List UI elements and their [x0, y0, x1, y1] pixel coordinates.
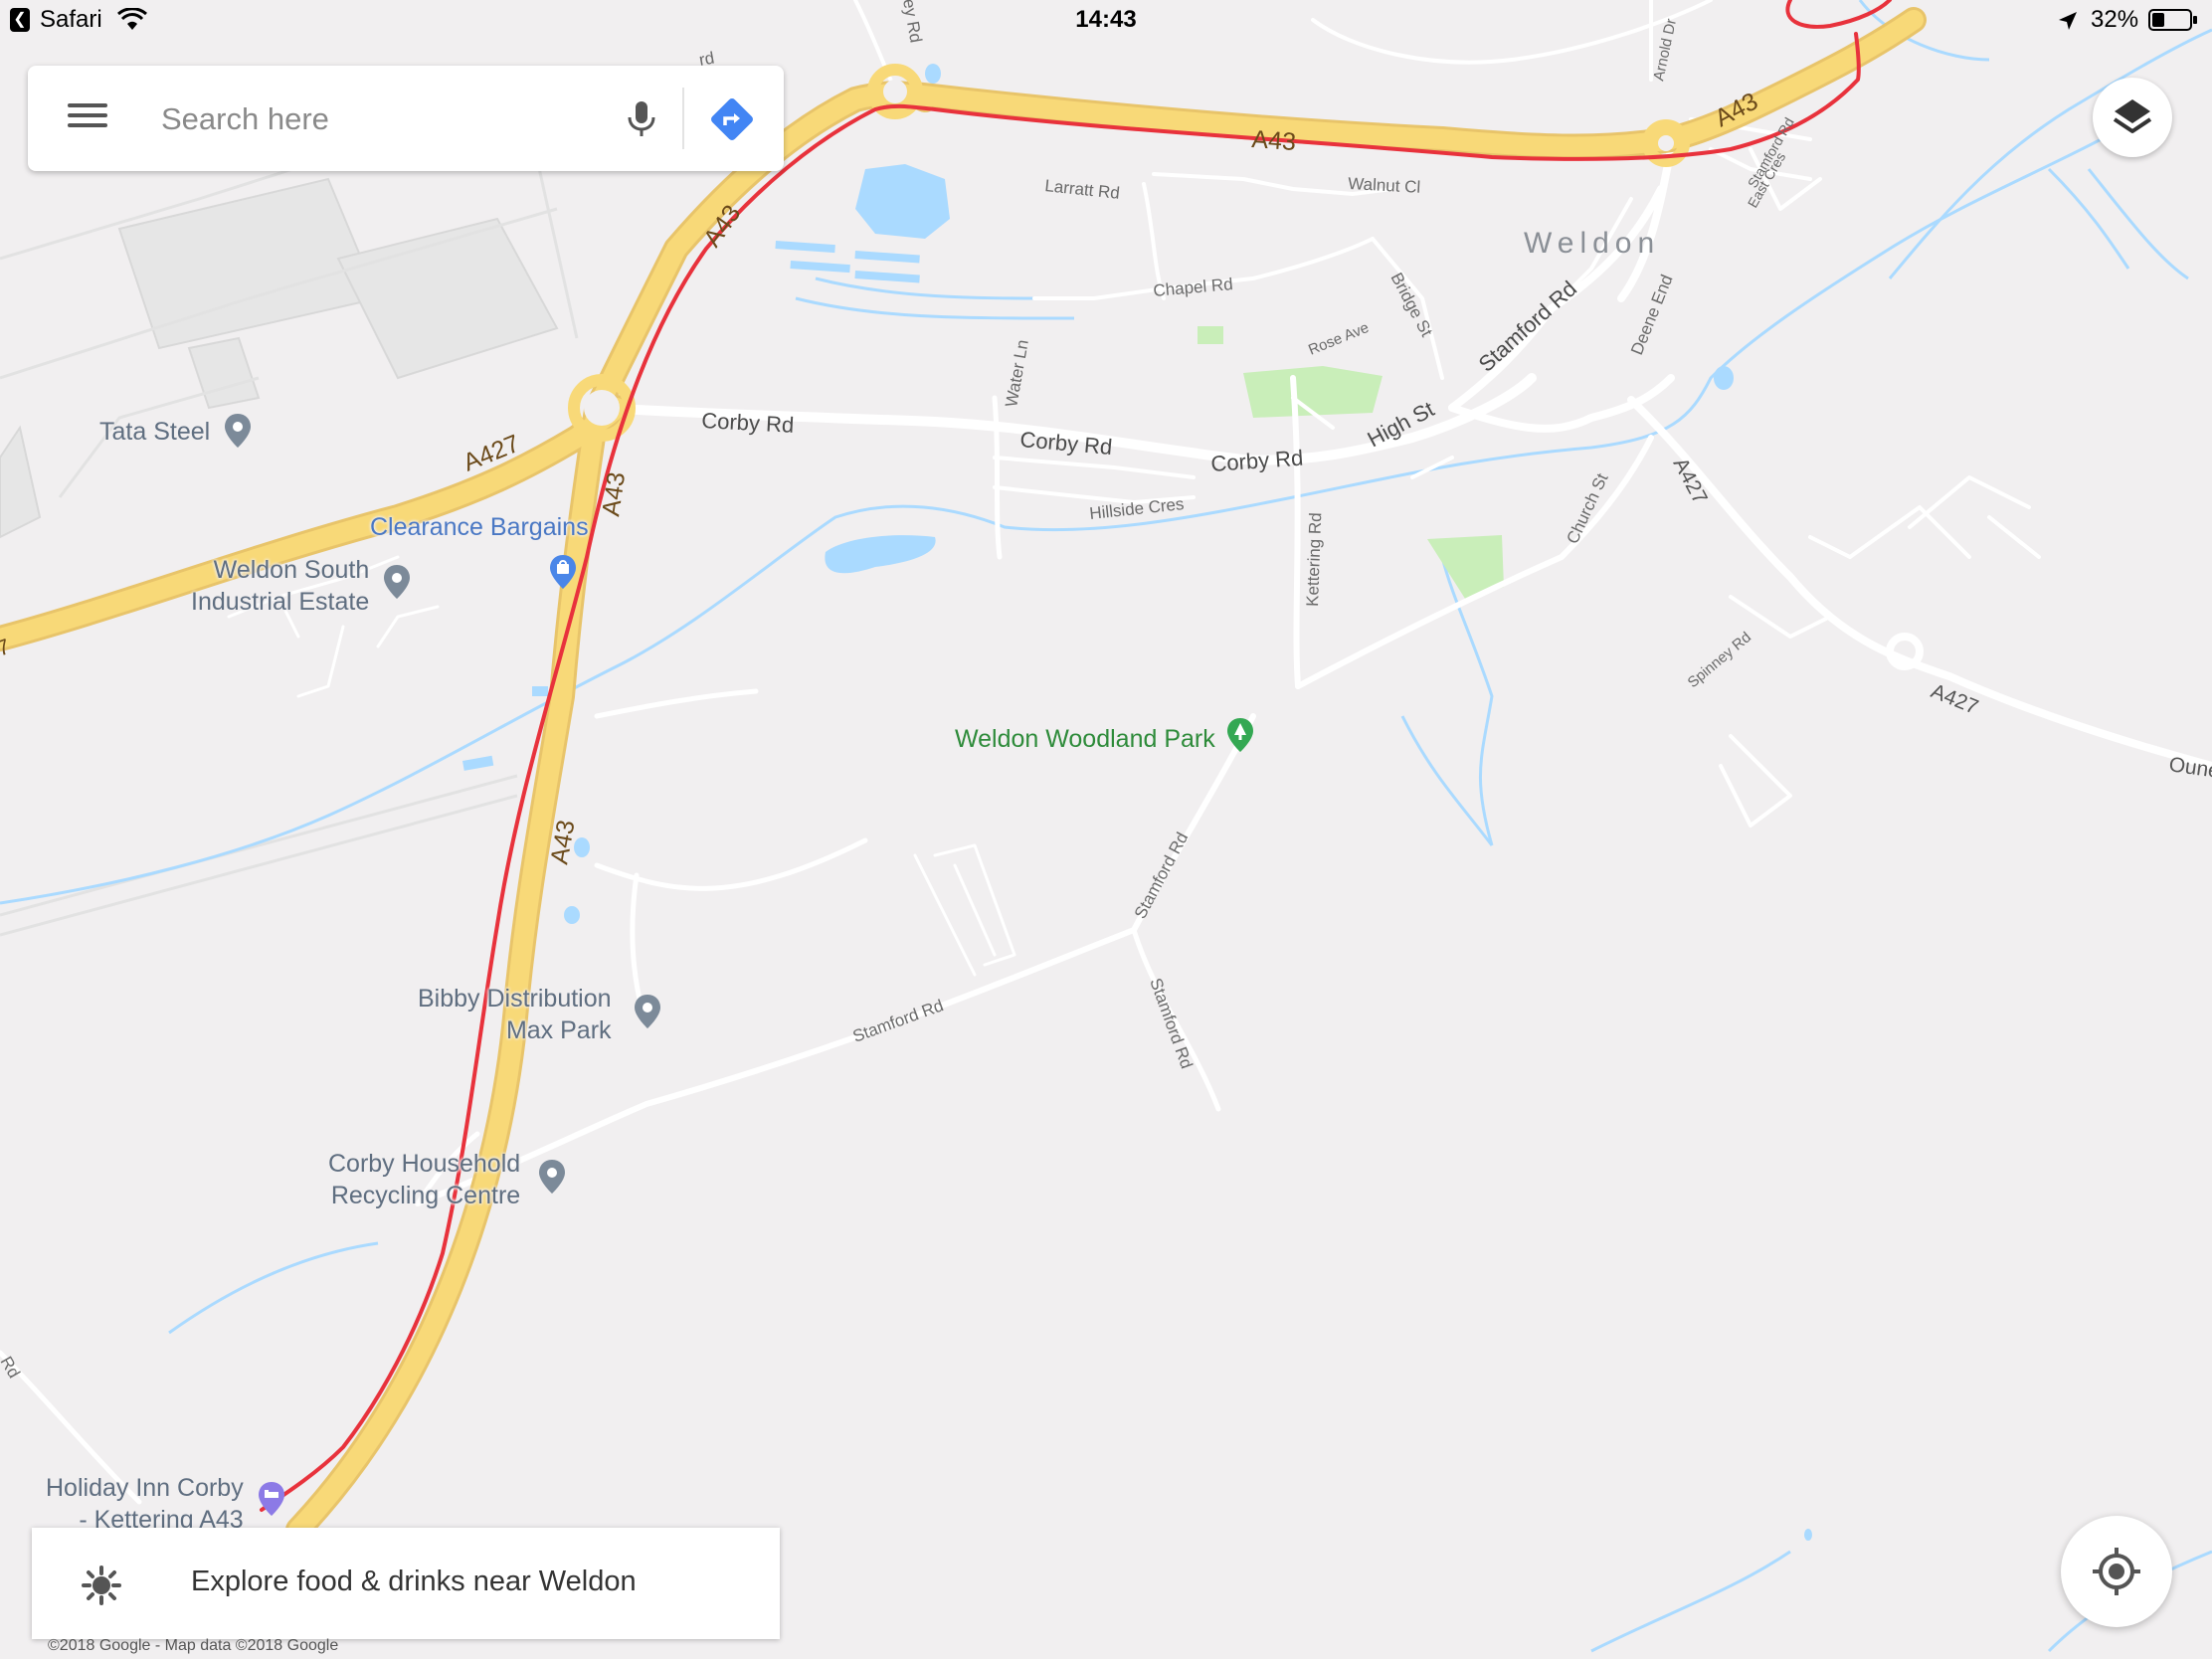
map-screen: A43 A43 A43 A43 A43 A427 7 Corby Rd Corb…	[0, 0, 2212, 1659]
explore-label: Explore food & drinks near Weldon	[191, 1566, 637, 1597]
location-arrow-icon	[2059, 12, 2077, 30]
poi-tata-steel-label[interactable]: Tata Steel	[99, 416, 210, 448]
kettering-rd-label: Kettering Rd	[1303, 512, 1325, 607]
stamford-rd-label-park: Stamford Rd	[1131, 830, 1193, 922]
poi-pin-recycling-icon[interactable]	[537, 1158, 567, 1196]
bridge-st-label: Bridge St	[1386, 270, 1436, 340]
walnut-cl-label: Walnut Cl	[1348, 174, 1421, 197]
poi-recycling-centre-label[interactable]: Corby Household Recycling Centre	[328, 1148, 520, 1211]
layers-button[interactable]	[2093, 78, 2172, 157]
corby-rd-label-2: Corby Rd	[1019, 427, 1114, 460]
battery-percent: 32%	[2091, 6, 2139, 33]
search-bar	[28, 66, 784, 171]
poi-pin-bibby-icon[interactable]	[633, 993, 662, 1030]
directions-icon[interactable]	[704, 92, 760, 147]
layers-icon	[2113, 99, 2152, 133]
stamford-rd-label-south: Stamford Rd	[850, 996, 946, 1045]
poi-clearance-bargains-label[interactable]: Clearance Bargains	[370, 511, 589, 543]
chapel-rd-label: Chapel Rd	[1153, 275, 1234, 300]
poi-pin-weldon-south-icon[interactable]	[382, 563, 412, 601]
search-divider	[682, 88, 684, 149]
area-label-weldon: Weldon	[1524, 227, 1660, 260]
poi-weldon-south-label[interactable]: Weldon South Industrial Estate	[191, 554, 369, 618]
larratt-rd-label: Larratt Rd	[1044, 176, 1121, 203]
clock-time: 14:43	[1075, 6, 1137, 33]
microphone-icon[interactable]	[615, 92, 668, 145]
a43-label-mid: A43	[597, 470, 631, 518]
poi-holiday-inn-label[interactable]: Holiday Inn Corby - Kettering A43	[46, 1472, 244, 1536]
poi-pin-shopping-bag-icon[interactable]	[548, 553, 578, 591]
battery-icon	[2148, 9, 2197, 31]
stamford-rd-label-vertical: Stamford Rd	[1146, 976, 1196, 1071]
crosshair-location-icon	[2093, 1548, 2140, 1595]
map-copyright: ©2018 Google - Map data ©2018 Google	[48, 1637, 339, 1654]
map-canvas[interactable]: A43 A43 A43 A43 A43 A427 7 Corby Rd Corb…	[0, 0, 2212, 1659]
hamburger-menu-icon[interactable]	[68, 98, 107, 138]
explore-nearby-card[interactable]: Explore food & drinks near Weldon	[32, 1528, 780, 1639]
corby-rd-label-3: Corby Rd	[1210, 446, 1304, 476]
poi-weldon-woodland-park-label[interactable]: Weldon Woodland Park	[955, 723, 1215, 755]
stamford-rd-label-weldon: Stamford Rd	[1474, 276, 1582, 376]
a43-label-top: A43	[1251, 125, 1297, 156]
search-input[interactable]	[159, 92, 621, 147]
status-bar: ❮ Safari 14:43 32%	[0, 0, 2212, 40]
my-location-button[interactable]	[2061, 1516, 2172, 1627]
explore-sparkle-icon	[82, 1566, 121, 1605]
oune-label: Oune	[2167, 753, 2212, 783]
poi-pin-tata-steel-icon[interactable]	[223, 412, 253, 450]
poi-pin-hotel-bed-icon[interactable]	[257, 1480, 286, 1518]
water-ln-label: Water Ln	[1002, 338, 1032, 409]
rose-ave-label: Rose Ave	[1306, 319, 1372, 359]
spinney-rd-label: Spinney Rd	[1685, 629, 1754, 691]
corby-rd-label-1: Corby Rd	[701, 408, 795, 438]
poi-pin-tree-icon[interactable]	[1225, 716, 1255, 754]
poi-bibby-distribution-label[interactable]: Bibby Distribution Max Park	[418, 983, 612, 1046]
